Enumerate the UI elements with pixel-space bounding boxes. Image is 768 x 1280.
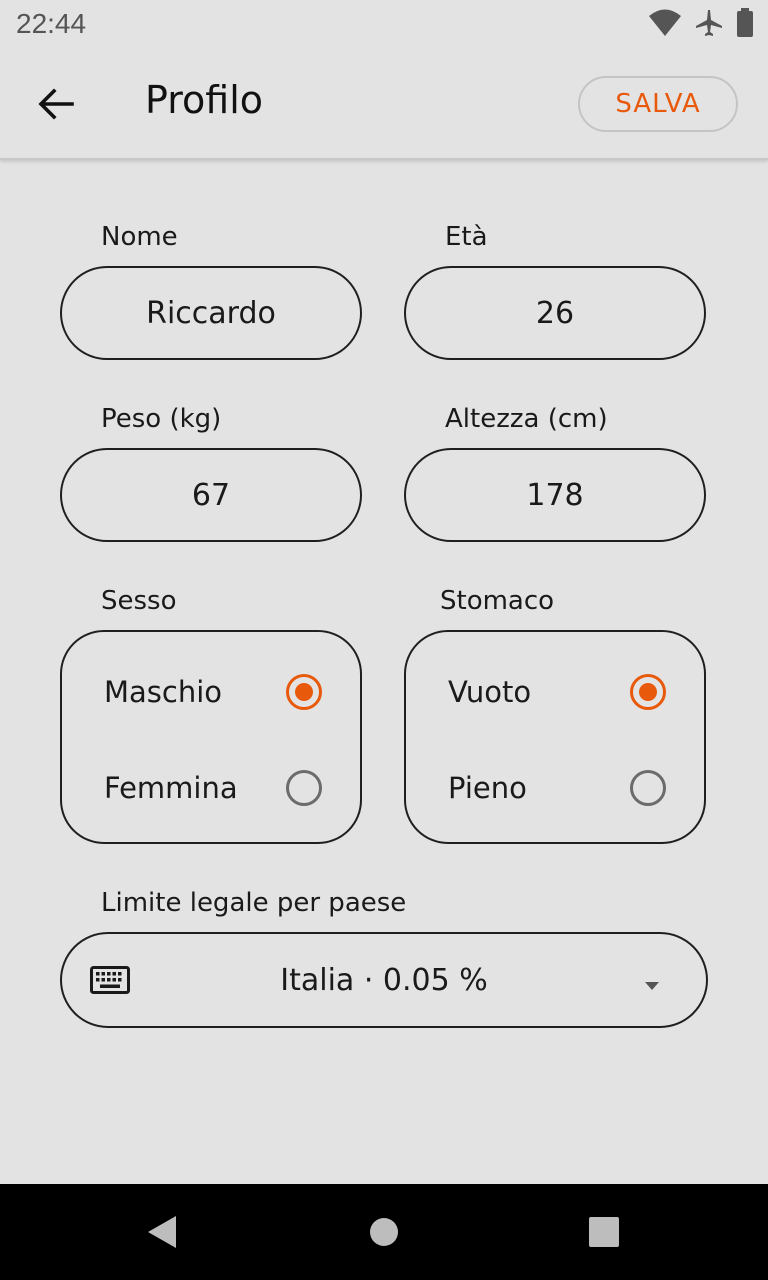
height-label: Altezza (cm) [445,404,608,434]
status-time: 22:44 [16,8,87,39]
name-label: Nome [101,222,178,252]
stomach-radio-group: Vuoto Pieno [404,630,706,844]
age-field[interactable]: 26 [404,266,706,360]
back-triangle-icon[interactable] [146,1214,178,1254]
weight-label: Peso (kg) [101,404,222,434]
sex-option-label: Femmina [104,771,238,805]
sex-option-female[interactable]: Femmina [62,740,360,836]
legal-limit-value: Italia · 0.05 % [280,962,488,998]
stomach-label: Stomaco [440,586,555,616]
radio-button-unchecked[interactable] [286,770,322,806]
system-nav-bar [0,1184,768,1280]
height-field[interactable]: 178 [404,448,706,542]
arrow-left-icon [38,88,74,124]
radio-button-unchecked[interactable] [630,770,666,806]
recents-square-icon[interactable] [588,1214,620,1254]
sex-radio-group: Maschio Femmina [60,630,362,844]
radio-button-checked[interactable] [286,674,322,710]
app-bar: Profilo SALVA [0,50,768,160]
stomach-option-full[interactable]: Pieno [406,740,704,836]
legal-limit-dropdown[interactable]: Italia · 0.05 % [60,932,708,1028]
battery-icon [736,8,754,38]
radio-button-checked[interactable] [630,674,666,710]
airplane-icon [694,8,724,38]
stomach-option-label: Vuoto [448,675,532,709]
status-icons [648,8,754,38]
page-title: Profilo [145,78,264,122]
sex-option-male[interactable]: Maschio [62,644,360,740]
sex-label: Sesso [101,586,177,616]
stomach-option-empty[interactable]: Vuoto [406,644,704,740]
home-circle-icon[interactable] [369,1214,399,1254]
wifi-icon [648,9,682,37]
caret-down-icon [644,976,660,995]
status-bar: 22:44 [0,0,768,50]
back-button[interactable] [30,80,82,132]
legal-limit-label: Limite legale per paese [101,888,407,918]
name-field[interactable]: Riccardo [60,266,362,360]
age-label: Età [445,222,488,252]
save-button[interactable]: SALVA [578,76,738,132]
stomach-option-label: Pieno [448,771,527,805]
sex-option-label: Maschio [104,675,223,709]
weight-field[interactable]: 67 [60,448,362,542]
